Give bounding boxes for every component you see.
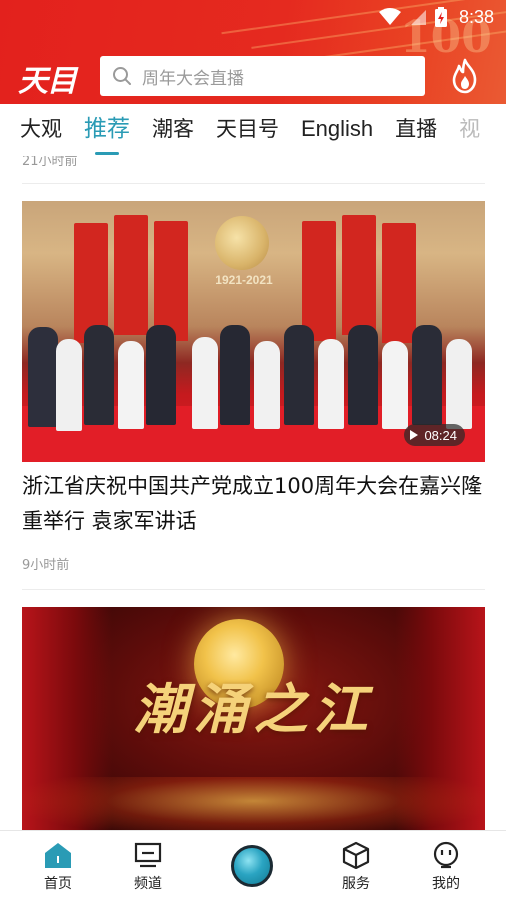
tab-live[interactable]: 直播 <box>395 104 437 156</box>
news-title[interactable]: 浙江省庆祝中国共产党成立100周年大会在嘉兴隆重举行 袁家军讲话 <box>22 469 485 539</box>
red-flag <box>342 215 376 335</box>
red-flag <box>154 221 188 341</box>
person-figure <box>318 339 344 429</box>
item-divider <box>22 589 485 590</box>
person-figure <box>220 325 250 425</box>
red-flag <box>382 223 416 343</box>
red-flag <box>302 221 336 341</box>
person-figure <box>192 337 218 429</box>
nav-home[interactable]: 首页 <box>18 831 98 900</box>
person-figure <box>348 325 378 425</box>
person-figure <box>84 325 114 425</box>
nav-profile[interactable]: 我的 <box>406 831 486 900</box>
home-icon <box>45 843 71 868</box>
calligraphy-title: 潮涌之江 <box>133 677 374 741</box>
wifi-icon <box>378 8 401 25</box>
person-figure <box>446 339 472 429</box>
tab-recommend[interactable]: 推荐 <box>84 104 130 156</box>
person-figure <box>28 327 58 427</box>
video-duration-badge: 08:24 <box>404 424 465 446</box>
nav-service[interactable]: 服务 <box>316 831 396 900</box>
play-icon <box>410 430 419 440</box>
status-time: 8:38 <box>458 6 494 27</box>
item-divider <box>22 183 485 184</box>
tab-video[interactable]: 视 <box>459 104 480 156</box>
hot-fire-icon[interactable] <box>449 58 481 94</box>
search-bar[interactable]: 周年大会直播 <box>100 56 425 96</box>
nav-channel-label: 频道 <box>134 876 162 892</box>
profile-icon <box>433 841 459 869</box>
person-figure <box>56 339 82 431</box>
party-emblem <box>215 216 269 270</box>
nav-service-label: 服务 <box>342 876 370 892</box>
anniversary-years: 1921-2021 <box>215 273 273 287</box>
news-feed: 21小时前 1921-2021 08:24 浙江省庆祝中国共产党成立100周年大… <box>0 156 506 830</box>
nav-home-label: 首页 <box>44 876 72 892</box>
person-figure <box>254 341 280 429</box>
search-icon <box>113 67 131 85</box>
video-duration: 08:24 <box>424 427 457 443</box>
tab-daguan[interactable]: 大观 <box>20 104 62 156</box>
news-time: 9小时前 <box>22 558 70 573</box>
golden-sparkle <box>22 777 485 830</box>
person-figure <box>382 341 408 429</box>
battery-icon <box>434 7 447 27</box>
app-header: 100 8:38 天目 周年大会直播 <box>0 0 506 104</box>
previous-item-time: 21小时前 <box>22 156 78 169</box>
app-logo[interactable]: 天目 <box>18 56 77 100</box>
channel-tabs: 大观 推荐 潮客 天目号 English 直播 视 <box>0 104 506 156</box>
nav-profile-label: 我的 <box>432 876 460 892</box>
search-placeholder: 周年大会直播 <box>142 68 244 89</box>
news-video-thumbnail[interactable]: 1921-2021 08:24 <box>22 201 485 462</box>
bottom-nav: 首页 频道 服务 我的 <box>0 830 506 900</box>
tab-english[interactable]: English <box>301 104 373 156</box>
person-figure <box>284 325 314 425</box>
status-bar: 8:38 <box>378 4 494 30</box>
red-flag <box>114 215 148 335</box>
service-cube-icon <box>342 841 370 869</box>
news-image-thumbnail[interactable]: 潮涌之江 <box>22 607 485 830</box>
person-figure <box>412 325 442 425</box>
nav-channel[interactable]: 频道 <box>108 831 188 900</box>
person-figure <box>118 341 144 429</box>
center-orb-icon[interactable] <box>231 845 273 887</box>
tab-chaoke[interactable]: 潮客 <box>152 104 194 156</box>
signal-icon <box>410 10 426 25</box>
channel-icon <box>134 842 162 868</box>
tab-tianmuhao[interactable]: 天目号 <box>216 104 279 156</box>
person-figure <box>146 325 176 425</box>
